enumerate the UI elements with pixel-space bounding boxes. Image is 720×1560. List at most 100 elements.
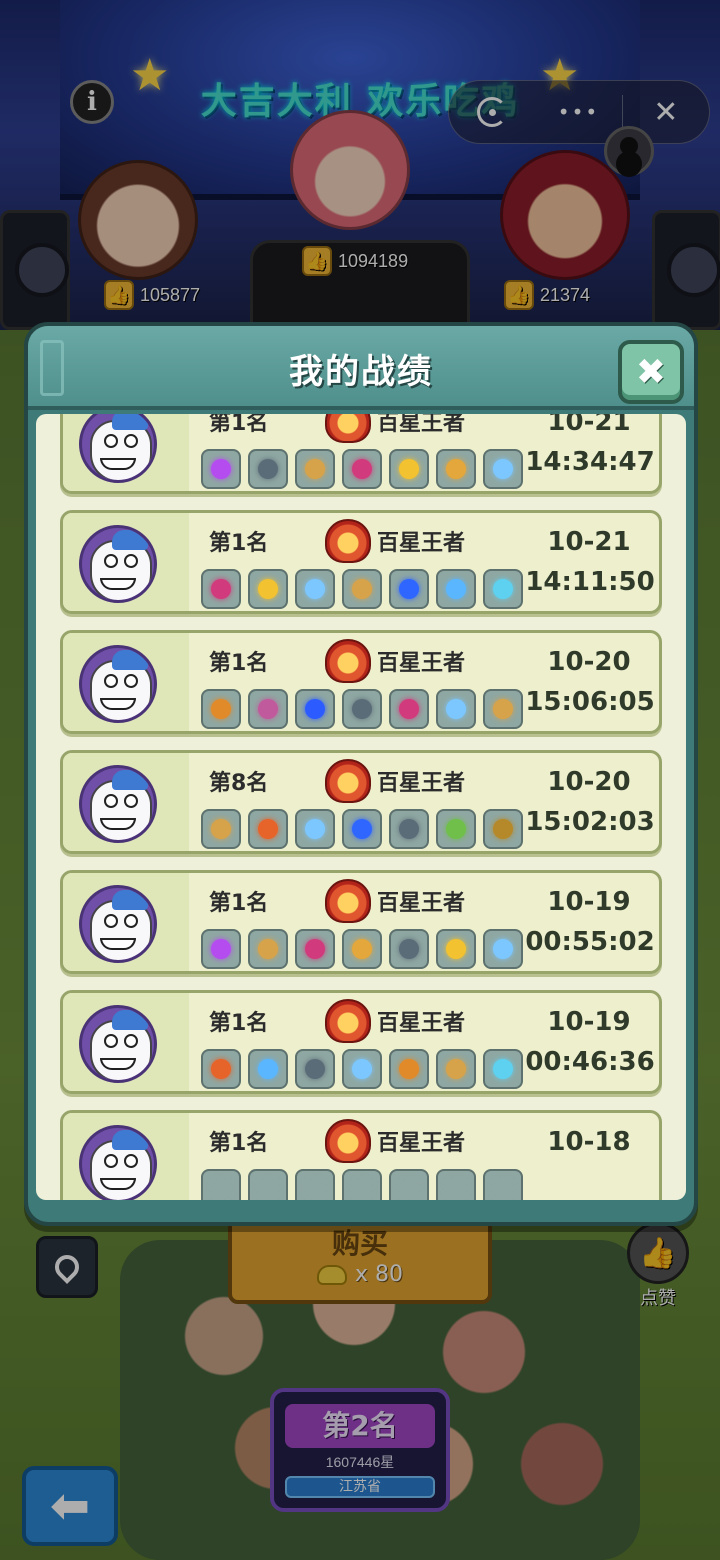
equipment-item-icon	[295, 929, 335, 969]
record-row[interactable]: 第1名 百星王者 10-18	[60, 1110, 662, 1200]
record-time: 15:02:03	[525, 807, 655, 837]
horse-eye	[104, 914, 118, 928]
equipment-item-icon	[248, 809, 288, 849]
horse-avatar-icon	[79, 645, 157, 723]
equipment-item-icon	[342, 1049, 382, 1089]
record-place: 第8名	[209, 771, 269, 796]
tier-badge-icon	[325, 414, 371, 443]
equipment-item-icon	[436, 1049, 476, 1089]
horse-mane	[112, 414, 148, 430]
horse-eye	[124, 674, 138, 688]
modal-close-button[interactable]: ✖	[618, 340, 684, 404]
record-tier: 百星王者	[377, 414, 466, 436]
record-items	[201, 1049, 523, 1089]
equipment-item-icon	[201, 569, 241, 609]
equipment-item-icon	[201, 689, 241, 729]
record-row[interactable]: 第1名 百星王者 10-19 00:55:02	[60, 870, 662, 974]
tier-badge-icon	[325, 519, 371, 563]
record-items	[201, 1169, 523, 1200]
horse-mane	[112, 1130, 148, 1150]
equipment-item-icon	[295, 809, 335, 849]
record-date: 10-18	[547, 1127, 631, 1157]
equipment-item-icon	[201, 1169, 241, 1200]
equipment-item-icon	[483, 569, 523, 609]
horse-eye	[104, 434, 118, 448]
record-tier: 百星王者	[377, 771, 466, 796]
equipment-item-icon	[342, 689, 382, 729]
record-row[interactable]: 第1名 百星王者 10-21 14:11:50	[60, 510, 662, 614]
tier-badge-icon	[325, 1119, 371, 1163]
record-tier: 百星王者	[377, 891, 466, 916]
horse-mane	[112, 530, 148, 550]
record-date: 10-21	[547, 414, 631, 437]
equipment-item-icon	[295, 1049, 335, 1089]
modal-title: 我的战绩	[289, 352, 433, 392]
record-row[interactable]: 第1名 百星王者 10-19 00:46:36	[60, 990, 662, 1094]
equipment-item-icon	[201, 1049, 241, 1089]
record-items	[201, 449, 523, 489]
horse-eye	[104, 554, 118, 568]
equipment-item-icon	[342, 809, 382, 849]
equipment-item-icon	[436, 689, 476, 729]
record-row[interactable]: 第1名 百星王者 10-21 14:34:47	[60, 414, 662, 494]
horse-mane	[112, 770, 148, 790]
horse-eye	[124, 1154, 138, 1168]
equipment-item-icon	[342, 449, 382, 489]
horse-avatar-icon	[79, 525, 157, 603]
equipment-item-icon	[436, 929, 476, 969]
record-date: 10-20	[547, 647, 631, 677]
close-icon: ✖	[635, 351, 667, 393]
horse-eye	[104, 1154, 118, 1168]
equipment-item-icon	[248, 1049, 288, 1089]
equipment-item-icon	[483, 689, 523, 729]
horse-mane	[112, 890, 148, 910]
equipment-item-icon	[389, 1169, 429, 1200]
equipment-item-icon	[389, 1049, 429, 1089]
equipment-item-icon	[389, 929, 429, 969]
record-row[interactable]: 第8名 百星王者 10-20 15:02:03	[60, 750, 662, 854]
record-time: 14:11:50	[525, 567, 655, 597]
equipment-item-icon	[342, 929, 382, 969]
horse-eye	[124, 794, 138, 808]
equipment-item-icon	[342, 569, 382, 609]
horse-eye	[124, 1034, 138, 1048]
horse-mane	[112, 650, 148, 670]
record-items	[201, 929, 523, 969]
record-tier: 百星王者	[377, 651, 466, 676]
record-row[interactable]: 第1名 百星王者 10-20 15:06:05	[60, 630, 662, 734]
equipment-item-icon	[436, 569, 476, 609]
equipment-item-icon	[248, 689, 288, 729]
record-time: 00:46:36	[525, 1047, 655, 1077]
record-list-container[interactable]: 第1名 百星王者 10-21 14:34:47 第1名 百星王者 10-21 1…	[36, 414, 686, 1200]
tier-badge-icon	[325, 639, 371, 683]
equipment-item-icon	[248, 569, 288, 609]
equipment-item-icon	[483, 1049, 523, 1089]
horse-eye	[124, 554, 138, 568]
record-place: 第1名	[209, 531, 269, 556]
record-list[interactable]: 第1名 百星王者 10-21 14:34:47 第1名 百星王者 10-21 1…	[36, 414, 686, 1200]
equipment-item-icon	[389, 689, 429, 729]
equipment-item-icon	[295, 689, 335, 729]
horse-avatar-icon	[79, 885, 157, 963]
equipment-item-icon	[436, 1169, 476, 1200]
tier-badge-icon	[325, 879, 371, 923]
equipment-item-icon	[483, 449, 523, 489]
equipment-item-icon	[201, 929, 241, 969]
horse-avatar-icon	[79, 1125, 157, 1200]
horse-eye	[104, 794, 118, 808]
modal-header: 我的战绩 ✖	[28, 326, 694, 410]
record-time: 14:34:47	[525, 447, 655, 477]
record-time: 15:06:05	[525, 687, 655, 717]
equipment-item-icon	[342, 1169, 382, 1200]
horse-eye	[104, 674, 118, 688]
tier-badge-icon	[325, 999, 371, 1043]
equipment-item-icon	[201, 809, 241, 849]
tier-badge-icon	[325, 759, 371, 803]
horse-avatar-icon	[79, 1005, 157, 1083]
horse-eye	[104, 1034, 118, 1048]
record-place: 第1名	[209, 1131, 269, 1156]
record-date: 10-20	[547, 767, 631, 797]
record-date: 10-21	[547, 527, 631, 557]
horse-mane	[112, 1010, 148, 1030]
equipment-item-icon	[389, 569, 429, 609]
